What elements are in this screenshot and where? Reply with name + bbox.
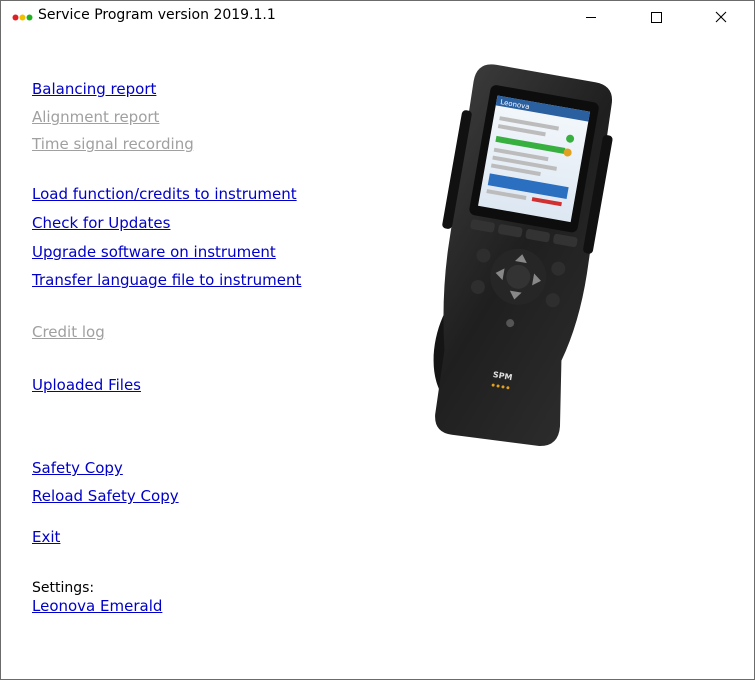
transfer-language-file-link[interactable]: Transfer language file to instrument — [32, 271, 301, 289]
alignment-report-link: Alignment report — [32, 108, 160, 126]
maximize-button[interactable] — [633, 1, 679, 32]
maximize-icon — [651, 11, 662, 23]
exit-link[interactable]: Exit — [32, 528, 60, 546]
safety-copy-link[interactable]: Safety Copy — [32, 459, 123, 477]
uploaded-files-link[interactable]: Uploaded Files — [32, 376, 141, 394]
minimize-button[interactable] — [568, 1, 614, 32]
settings-instrument-link[interactable]: Leonova Emerald — [32, 597, 162, 615]
minimize-icon — [586, 16, 596, 18]
reload-safety-copy-link[interactable]: Reload Safety Copy — [32, 487, 179, 505]
upgrade-software-link[interactable]: Upgrade software on instrument — [32, 243, 276, 261]
app-icon — [12, 14, 33, 21]
app-window: Service Program version 2019.1.1 Balanci… — [0, 0, 755, 680]
load-function-credits-link[interactable]: Load function/credits to instrument — [32, 185, 297, 203]
close-button[interactable] — [698, 1, 744, 32]
window-title: Service Program version 2019.1.1 — [38, 7, 276, 23]
instrument-image: Leonova SPM — [433, 64, 613, 447]
balancing-report-link[interactable]: Balancing report — [32, 80, 156, 98]
credit-log-link: Credit log — [32, 323, 105, 341]
settings-label: Settings: — [32, 580, 95, 596]
time-signal-recording-link: Time signal recording — [32, 135, 194, 153]
close-icon — [715, 11, 727, 22]
check-for-updates-link[interactable]: Check for Updates — [32, 214, 170, 232]
title-bar[interactable]: Service Program version 2019.1.1 — [1, 1, 754, 32]
